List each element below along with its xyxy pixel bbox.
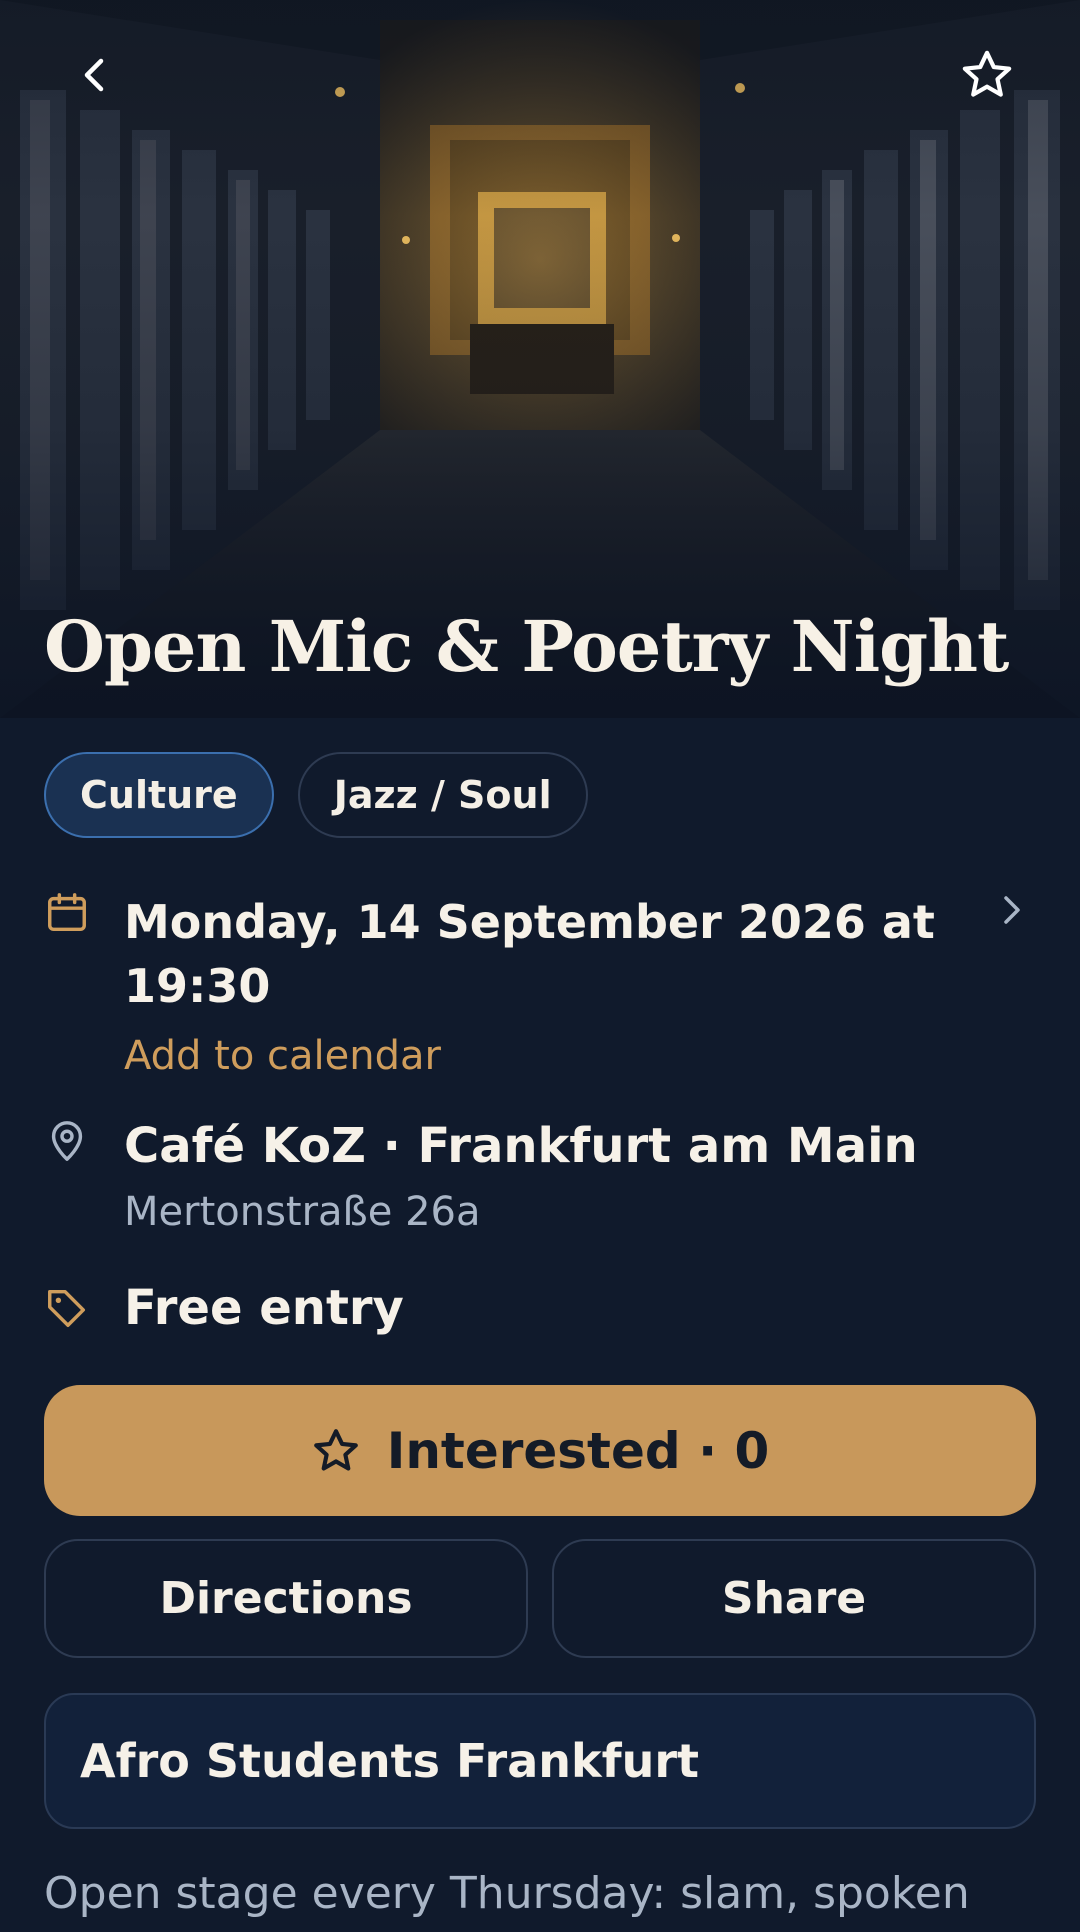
venue-name: Café KoZ · Frankfurt am Main xyxy=(124,1118,918,1174)
interested-label: Interested · 0 xyxy=(386,1421,770,1480)
map-pin-icon xyxy=(51,1121,83,1161)
share-button[interactable]: Share xyxy=(552,1539,1036,1658)
chevron-right-icon[interactable] xyxy=(992,890,1032,930)
star-outline-icon xyxy=(962,50,1012,97)
location-row[interactable]: Café KoZ · Frankfurt am Main Mertonstraß… xyxy=(44,1118,918,1236)
chevron-left-icon xyxy=(84,58,104,92)
event-datetime: Monday, 14 September 2026 at 19:30 xyxy=(124,895,935,1013)
organizer-card[interactable]: Afro Students Frankfurt xyxy=(44,1693,1036,1829)
tag-icon xyxy=(48,1289,86,1327)
price-row: Free entry xyxy=(44,1280,404,1336)
venue-address: Mertonstraße 26a xyxy=(124,1189,481,1235)
calendar-icon xyxy=(48,893,86,932)
tag-chips: Culture Jazz / Soul xyxy=(44,752,588,838)
tag-chip-culture[interactable]: Culture xyxy=(44,752,274,838)
organizer-name: Afro Students Frankfurt xyxy=(80,1734,700,1788)
favorite-button[interactable] xyxy=(952,40,1022,110)
tag-chip-jazz-soul[interactable]: Jazz / Soul xyxy=(297,752,588,838)
back-button[interactable] xyxy=(60,40,130,110)
event-description: Open stage every Thursday: slam, spoken xyxy=(44,1868,970,1919)
directions-button[interactable]: Directions xyxy=(44,1539,528,1658)
interested-button[interactable]: Interested · 0 xyxy=(44,1385,1036,1516)
price-label: Free entry xyxy=(124,1280,404,1336)
add-to-calendar-link[interactable]: Add to calendar xyxy=(124,1030,944,1082)
event-title: Open Mic & Poetry Night xyxy=(44,605,1009,688)
star-outline-icon xyxy=(313,1428,358,1471)
date-row[interactable]: Monday, 14 September 2026 at 19:30 Add t… xyxy=(44,890,1034,1082)
